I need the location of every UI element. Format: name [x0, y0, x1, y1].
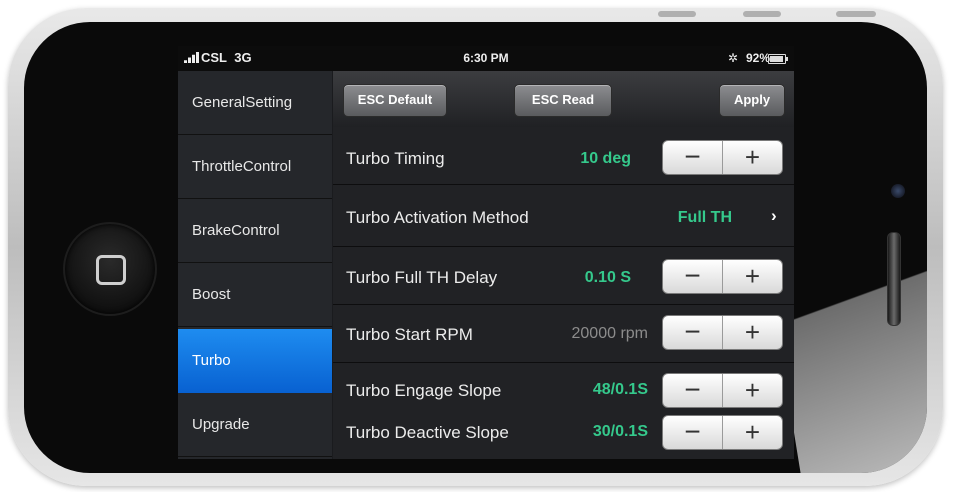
- sidebar: GeneralSetting ThrottleControl BrakeCont…: [178, 71, 332, 459]
- battery-icon: [768, 54, 788, 64]
- setting-label: Turbo Full TH Delay: [346, 268, 498, 287]
- chevron-right-icon: ›: [771, 206, 777, 225]
- setting-label: Turbo Deactive Slope: [346, 423, 509, 442]
- minus-icon[interactable]: −: [663, 416, 722, 449]
- earpiece-speaker: [887, 232, 901, 326]
- plus-icon[interactable]: +: [723, 374, 782, 407]
- minus-icon[interactable]: −: [663, 141, 722, 174]
- sidebar-item-upgrade[interactable]: Upgrade: [178, 393, 332, 457]
- setting-row-turbo-full-th-delay: Turbo Full TH Delay 0.10 S − +: [333, 247, 794, 305]
- turbo-full-th-delay-stepper: − +: [662, 259, 783, 294]
- esc-read-button[interactable]: ESC Read: [514, 84, 612, 117]
- volume-button: [658, 11, 696, 17]
- setting-label: Turbo Activation Method: [346, 208, 529, 227]
- setting-row-turbo-timing: Turbo Timing 10 deg − +: [333, 127, 794, 185]
- setting-label: Turbo Start RPM: [346, 325, 473, 344]
- setting-value: Full TH: [677, 209, 732, 226]
- home-square-icon: [96, 255, 126, 285]
- turbo-deactive-slope-stepper: − +: [662, 415, 783, 450]
- plus-icon[interactable]: +: [723, 141, 782, 174]
- status-bar: CSL 3G 6:30 PM ✲ 92%: [178, 46, 794, 71]
- turbo-start-rpm-stepper: − +: [662, 315, 783, 350]
- plus-icon[interactable]: +: [723, 316, 782, 349]
- sidebar-item-brakecontrol[interactable]: BrakeControl: [178, 199, 332, 263]
- apply-button[interactable]: Apply: [719, 84, 785, 117]
- minus-icon[interactable]: −: [663, 316, 722, 349]
- sidebar-item-boost[interactable]: Boost: [178, 263, 332, 327]
- home-button[interactable]: [63, 222, 157, 316]
- plus-icon[interactable]: +: [723, 416, 782, 449]
- sidebar-item-generalsetting[interactable]: GeneralSetting: [178, 71, 332, 135]
- front-camera: [891, 184, 905, 198]
- minus-icon[interactable]: −: [663, 260, 722, 293]
- setting-value: 48/0.1S: [592, 381, 648, 398]
- setting-value: 20000 rpm: [571, 325, 649, 342]
- setting-row-turbo-deactive-slope: Turbo Deactive Slope 30/0.1S − +: [333, 411, 794, 459]
- volume-button: [743, 11, 781, 17]
- clock: 6:30 PM: [463, 51, 509, 65]
- setting-row-turbo-engage-slope: Turbo Engage Slope 48/0.1S − +: [333, 363, 794, 411]
- setting-row-turbo-activation-method[interactable]: Turbo Activation Method Full TH ›: [333, 185, 794, 247]
- setting-value: 30/0.1S: [592, 423, 648, 440]
- turbo-engage-slope-stepper: − +: [662, 373, 783, 408]
- sidebar-item-turbo[interactable]: Turbo: [178, 329, 332, 393]
- setting-row-turbo-start-rpm: Turbo Start RPM 20000 rpm − +: [333, 305, 794, 363]
- setting-value: 0.10 S: [584, 269, 631, 286]
- bluetooth-icon: ✲: [727, 51, 738, 65]
- esc-default-button[interactable]: ESC Default: [343, 84, 447, 117]
- minus-icon[interactable]: −: [663, 374, 722, 407]
- setting-label: Turbo Engage Slope: [346, 381, 502, 400]
- setting-value: 10 deg: [580, 150, 631, 167]
- turbo-timing-stepper: − +: [662, 140, 783, 175]
- battery-percent: 92%: [745, 51, 770, 65]
- sidebar-item-throttlecontrol[interactable]: ThrottleControl: [178, 135, 332, 199]
- setting-label: Turbo Timing: [346, 149, 445, 168]
- plus-icon[interactable]: +: [723, 260, 782, 293]
- sleep-button: [836, 11, 876, 17]
- app-screen: CSL 3G 6:30 PM ✲ 92% GeneralSetting Throt…: [178, 46, 794, 459]
- toolbar: ESC Default ESC Read Apply: [333, 71, 794, 128]
